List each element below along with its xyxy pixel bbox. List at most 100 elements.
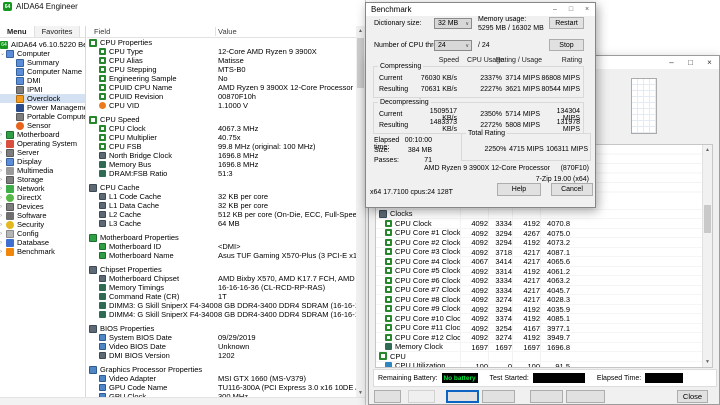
sidebar-item[interactable]: › Software — [0, 211, 85, 220]
sensor-row[interactable]: CPU Core #7 Clock 4092 3334 4217 4045.7 — [376, 285, 702, 295]
list-row[interactable]: Motherboard Properties — [87, 233, 356, 242]
sensor-row[interactable]: CPU Core #9 Clock 4092 3294 4192 4035.9 — [376, 304, 702, 314]
list-row[interactable]: DIMM4: G Skill SniperX F4-3400C16-8GSXW … — [87, 310, 356, 319]
sidebar-item[interactable]: Summary — [0, 58, 85, 67]
maximize-icon[interactable]: □ — [563, 3, 579, 16]
list-row[interactable]: Motherboard ID <DMI> — [87, 242, 356, 251]
scroll-down-icon[interactable]: ▼ — [356, 388, 365, 397]
cancel-button[interactable]: Cancel — [551, 183, 593, 196]
scroll-down-icon[interactable]: ▼ — [703, 357, 712, 367]
field-column-header[interactable]: Field — [94, 27, 110, 36]
list-row[interactable]: L1 Code Cache 32 KB per core — [87, 192, 356, 201]
scroll-up-icon[interactable]: ▲ — [356, 26, 365, 35]
sidebar-item[interactable]: › DirectX — [0, 193, 85, 202]
tab-favorites[interactable]: Favorites — [34, 26, 81, 37]
sidebar-item[interactable]: Portable Computer — [0, 112, 85, 121]
sensor-row[interactable]: CPU Utilization 100 0 100 91.5 — [376, 361, 702, 367]
list-row[interactable]: System BIOS Date 09/29/2019 — [87, 333, 356, 342]
stability-button[interactable] — [566, 390, 605, 403]
sidebar-item[interactable]: › Multimedia — [0, 166, 85, 175]
list-row[interactable]: DRAM:FSB Ratio 51:3 — [87, 169, 356, 178]
sidebar-item[interactable]: IPMI — [0, 85, 85, 94]
minimize-icon[interactable]: – — [662, 56, 681, 69]
sensor-row[interactable]: CPU Core #10 Clock 4092 3374 4192 4085.1 — [376, 314, 702, 324]
sidebar-item[interactable]: › Config — [0, 229, 85, 238]
close-icon[interactable]: × — [579, 3, 595, 16]
sidebar-item[interactable]: › Network — [0, 184, 85, 193]
sidebar-item[interactable]: › Database — [0, 238, 85, 247]
scrollbar-thumb[interactable] — [357, 38, 364, 88]
sidebar-item[interactable]: AIDA64 v6.10.5220 Beta — [0, 40, 85, 49]
dictionary-size-select[interactable]: 32 MB ∨ — [434, 18, 472, 29]
sidebar-item[interactable]: ⌄ Computer — [0, 49, 85, 58]
sidebar-item[interactable]: Sensor — [0, 121, 85, 130]
sidebar-item[interactable]: › Devices — [0, 202, 85, 211]
menu-item[interactable] — [12, 19, 22, 21]
list-row[interactable]: Command Rate (CR) 1T — [87, 292, 356, 301]
sensor-row[interactable]: CPU Core #5 Clock 4092 3314 4192 4061.2 — [376, 266, 702, 276]
list-row[interactable]: Video BIOS Date Unknown — [87, 342, 356, 351]
sidebar-item[interactable]: › Security — [0, 220, 85, 229]
sidebar-item[interactable]: › Motherboard — [0, 130, 85, 139]
list-row[interactable]: CPUID Revision 00870F10h — [87, 92, 356, 101]
scrollbar-thumb[interactable] — [704, 205, 711, 233]
scroll-up-icon[interactable]: ▲ — [703, 145, 712, 155]
sidebar-item[interactable]: › Operating System — [0, 139, 85, 148]
list-row[interactable]: CPU Speed — [87, 115, 356, 124]
list-row[interactable]: DMI BIOS Version 1202 — [87, 351, 356, 360]
list-row[interactable]: GPU Code Name TU116-300A (PCI Express 3.… — [87, 383, 356, 392]
list-row[interactable]: North Bridge Clock 1696.8 MHz — [87, 151, 356, 160]
sidebar-item[interactable]: › Benchmark — [0, 247, 85, 256]
stability-button[interactable] — [482, 390, 515, 403]
menu-item[interactable] — [22, 19, 32, 21]
list-row[interactable]: CPUID CPU Name AMD Ryzen 9 3900X 12-Core… — [87, 83, 356, 92]
dialog-titlebar[interactable]: Benchmark – □ × — [366, 3, 595, 16]
stability-button[interactable] — [446, 390, 479, 403]
list-row[interactable]: CPU VID 1.1000 V — [87, 101, 356, 110]
restart-button[interactable]: Restart — [549, 17, 584, 29]
minimize-icon[interactable]: – — [547, 3, 563, 16]
maximize-icon[interactable]: □ — [681, 56, 700, 69]
list-row[interactable]: Chipset Properties — [87, 265, 356, 274]
sensor-row[interactable]: CPU Core #3 Clock 4092 3718 4217 4087.1 — [376, 247, 702, 257]
tab-menu[interactable]: Menu — [0, 26, 35, 37]
threads-select[interactable]: 24 ∨ — [434, 40, 472, 51]
sensor-row[interactable]: CPU Core #2 Clock 4092 3294 4192 4073.2 — [376, 238, 702, 248]
column-separator[interactable] — [215, 27, 216, 36]
stability-button[interactable] — [374, 390, 401, 403]
list-row[interactable]: CPU Properties — [87, 38, 356, 47]
list-row[interactable]: BIOS Properties — [87, 324, 356, 333]
sidebar-item[interactable]: Overclock — [0, 94, 85, 103]
list-row[interactable]: Memory Timings 16-16-16-36 (CL-RCD-RP-RA… — [87, 283, 356, 292]
sidebar-item[interactable]: › Storage — [0, 175, 85, 184]
help-button[interactable]: Help — [497, 183, 541, 196]
sidebar-item[interactable]: Computer Name — [0, 67, 85, 76]
stop-button[interactable]: Stop — [549, 39, 584, 51]
titlebar[interactable]: 64 AIDA64 Engineer — [0, 0, 365, 13]
sidebar-item[interactable]: Power Management — [0, 103, 85, 112]
sensor-row[interactable]: CPU Core #6 Clock 4092 3334 4217 4063.2 — [376, 276, 702, 286]
sidebar-item[interactable]: › Display — [0, 157, 85, 166]
sensor-scrollbar[interactable]: ▲ ▼ — [702, 145, 712, 367]
sensor-row[interactable]: CPU Core #8 Clock 4092 3274 4217 4028.3 — [376, 295, 702, 305]
value-column-header[interactable]: Value — [218, 27, 237, 36]
close-icon[interactable]: × — [700, 56, 719, 69]
close-button[interactable]: Close — [677, 390, 708, 403]
list-row[interactable]: Motherboard Chipset AMD Bixby X570, AMD … — [87, 274, 356, 283]
menu-item[interactable] — [2, 19, 12, 21]
list-row[interactable]: CPU Alias Matisse — [87, 56, 356, 65]
sensor-row[interactable]: Memory Clock 1697 1697 1697 1696.8 — [376, 342, 702, 352]
list-row[interactable]: Motherboard Name Asus TUF Gaming X570-Pl… — [87, 251, 356, 260]
list-row[interactable]: Graphics Processor Properties — [87, 365, 356, 374]
list-row[interactable]: Engineering Sample No — [87, 74, 356, 83]
stability-button[interactable] — [408, 390, 435, 403]
list-row[interactable]: CPU FSB 99.8 MHz (original: 100 MHz) — [87, 142, 356, 151]
sensor-row[interactable]: CPU Core #4 Clock 4067 3414 4217 4065.6 — [376, 257, 702, 267]
sidebar-item[interactable]: › Server — [0, 148, 85, 157]
list-row[interactable]: CPU Clock 4067.3 MHz — [87, 124, 356, 133]
menu-item[interactable] — [32, 19, 42, 21]
sensor-row[interactable]: CPU — [376, 352, 702, 362]
stability-button[interactable] — [530, 390, 563, 403]
list-row[interactable]: DIMM3: G Skill SniperX F4-3400C16-8GSXW … — [87, 301, 356, 310]
sensor-row[interactable]: CPU Core #12 Clock 4092 3274 4192 3949.7 — [376, 333, 702, 343]
